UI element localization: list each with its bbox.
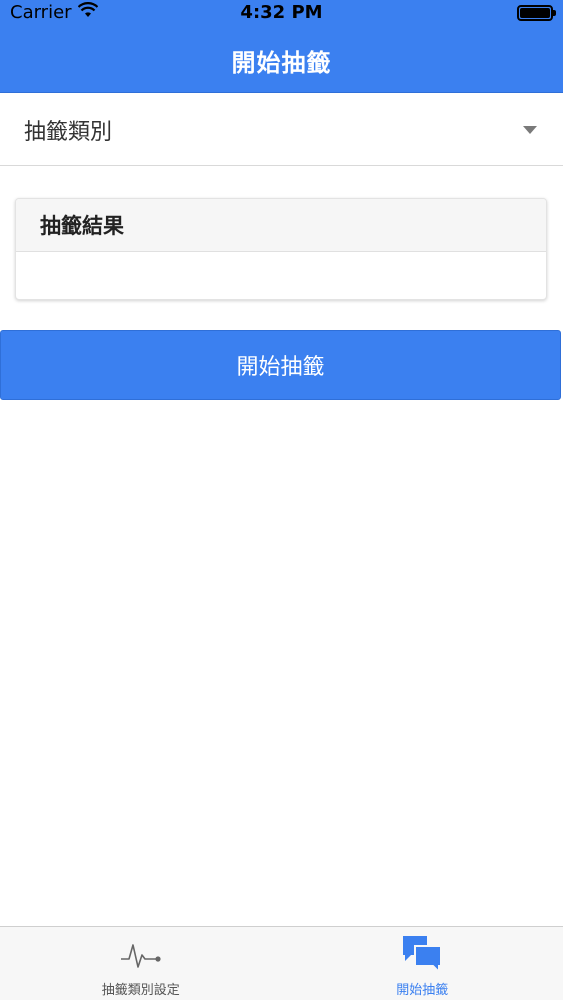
page-title: 開始抽籤 bbox=[231, 49, 332, 77]
result-card-content bbox=[16, 252, 546, 299]
screen: Carrier 4:32 PM 開始抽籤 抽籤類別 抽籤結果 開始抽籤 抽籤類別… bbox=[0, 0, 563, 1000]
header: Carrier 4:32 PM 開始抽籤 bbox=[0, 0, 563, 93]
status-time: 4:32 PM bbox=[240, 2, 323, 23]
battery-fill bbox=[520, 8, 550, 18]
start-draw-button[interactable]: 開始抽籤 bbox=[0, 330, 561, 400]
category-select-value: 抽籤類別 bbox=[24, 119, 113, 145]
result-card-title: 抽籤結果 bbox=[16, 199, 546, 252]
battery-icon bbox=[517, 5, 556, 21]
tab-label: 開始抽籤 bbox=[396, 983, 449, 998]
tab-start-draw[interactable]: 開始抽籤 bbox=[282, 927, 563, 1000]
chat-bubbles-icon bbox=[400, 933, 444, 973]
tab-label: 抽籤類別設定 bbox=[101, 983, 180, 998]
pulse-icon bbox=[119, 933, 163, 973]
status-bar: Carrier 4:32 PM bbox=[0, 0, 563, 26]
category-select[interactable]: 抽籤類別 bbox=[0, 94, 563, 166]
result-card: 抽籤結果 bbox=[15, 198, 547, 300]
caret-down-icon bbox=[523, 126, 537, 134]
tab-bar: 抽籤類別設定 開始抽籤 bbox=[0, 926, 563, 1000]
tab-category-settings[interactable]: 抽籤類別設定 bbox=[0, 927, 282, 1000]
